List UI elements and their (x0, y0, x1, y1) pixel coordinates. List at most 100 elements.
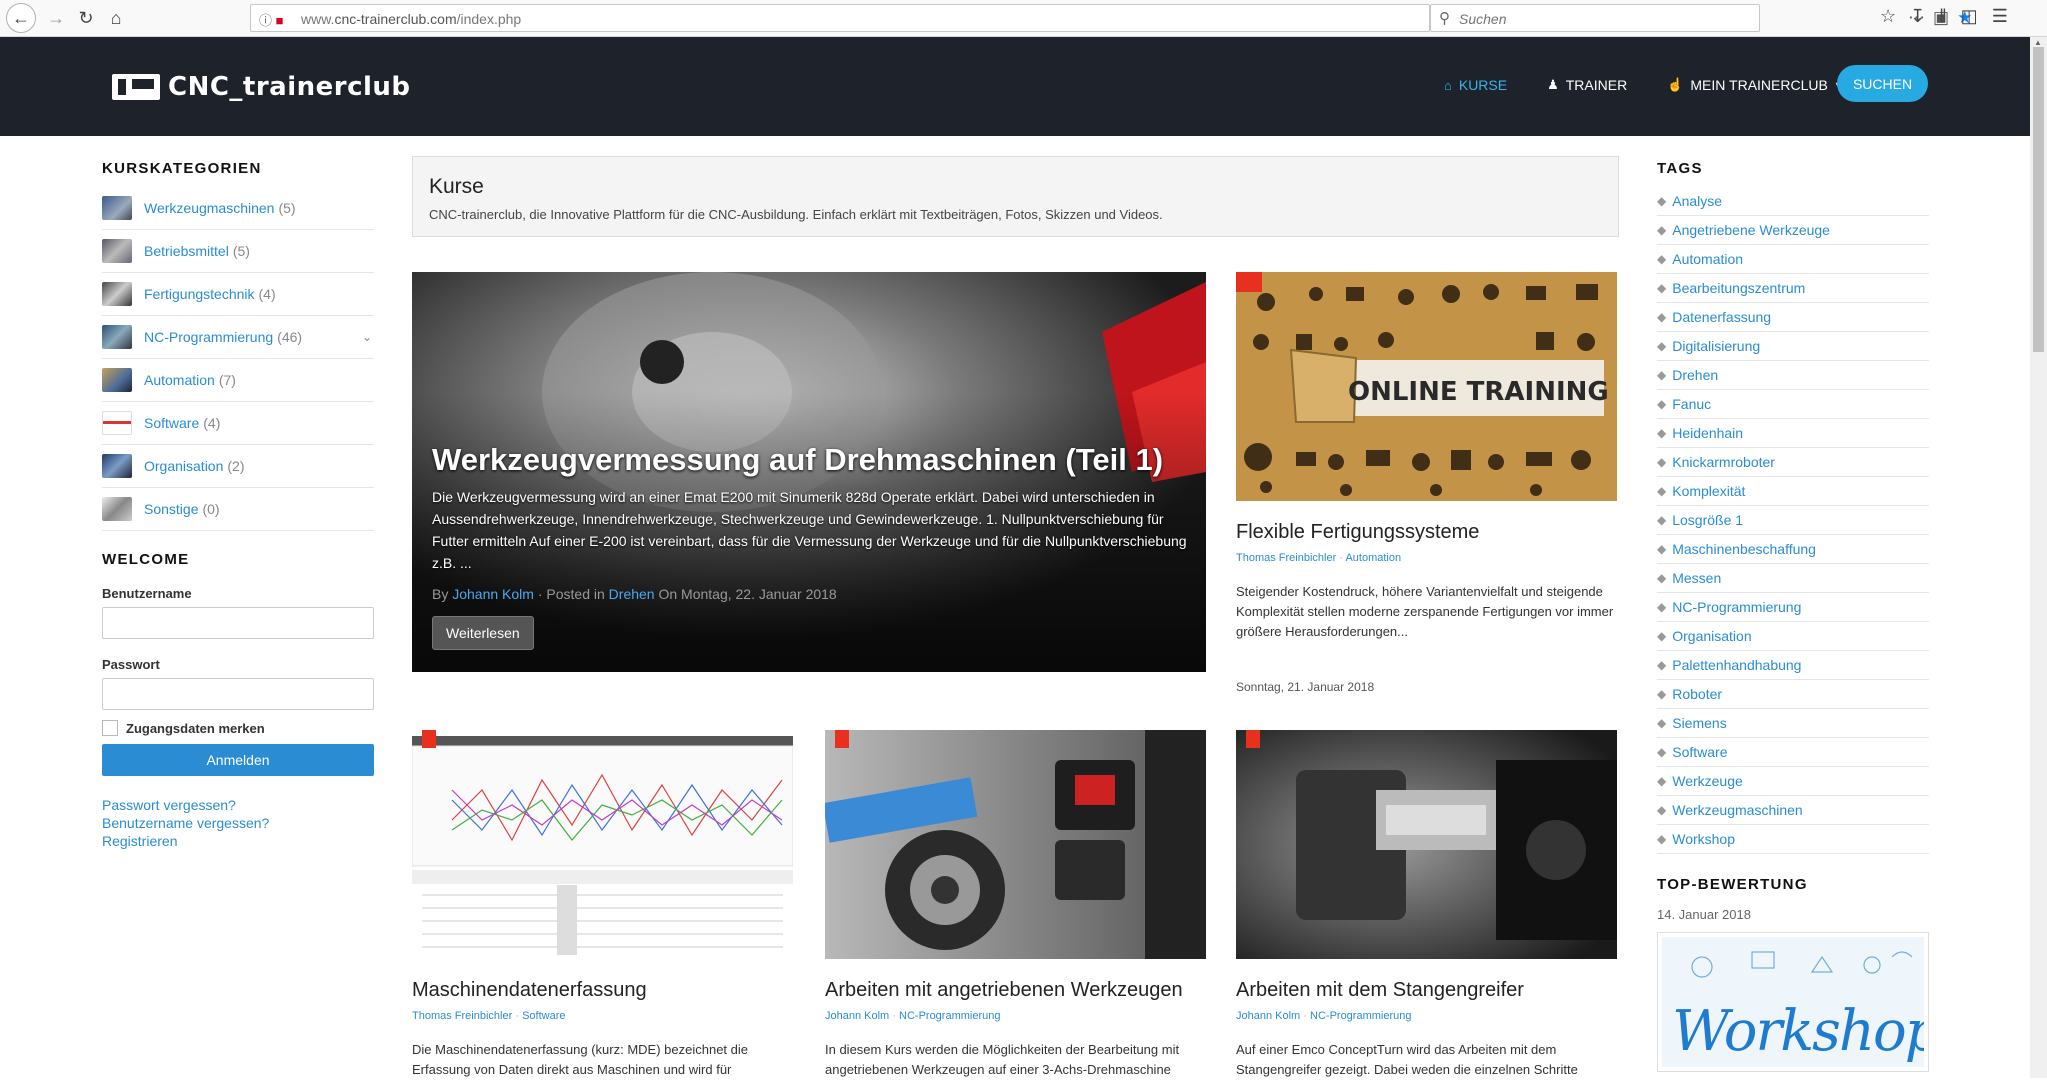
article-title[interactable]: Maschinendatenerfassung (412, 979, 793, 1002)
category-link[interactable]: Software (144, 415, 199, 431)
library-icon[interactable]: ‖ (1939, 6, 1960, 26)
remember-checkbox[interactable] (102, 720, 118, 736)
tag-item[interactable]: ◆ Werkzeugmaschinen (1657, 796, 1929, 825)
tag-item[interactable]: ◆ Digitalisierung (1657, 332, 1929, 361)
bookmarks-menu-icon[interactable]: ☆ (1880, 6, 1910, 26)
category-link[interactable]: Werkzeugmaschinen (144, 200, 274, 216)
tag-link[interactable]: Fanuc (1672, 396, 1711, 412)
forgot-password-link[interactable]: Passwort vergessen? (102, 796, 374, 814)
tag-link[interactable]: Workshop (1672, 831, 1735, 847)
tag-link[interactable]: Werkzeugmaschinen (1672, 802, 1802, 818)
downloads-icon[interactable]: ↧ (1910, 6, 1939, 26)
tag-link[interactable]: Messen (1672, 570, 1721, 586)
category-link[interactable]: Fertigungstechnik (144, 286, 255, 302)
remember-me[interactable]: Zugangsdaten merken (102, 720, 374, 736)
author-link[interactable]: Johann Kolm (1236, 1010, 1300, 1022)
tag-link[interactable]: Knickarmroboter (1672, 454, 1775, 470)
nav-kurse[interactable]: ⌂ KURSE (1444, 77, 1507, 93)
scroll-up-icon[interactable]: ▲ (2034, 38, 2042, 47)
featured-article[interactable]: Werkzeugvermessung auf Drehmaschinen (Te… (412, 272, 1206, 672)
tag-item[interactable]: ◆ Komplexität (1657, 477, 1929, 506)
tag-item[interactable]: ◆ Fanuc (1657, 390, 1929, 419)
site-info-icon[interactable]: ⓘ ■ (259, 10, 283, 29)
author-link[interactable]: Johann Kolm (825, 1010, 889, 1022)
tag-link[interactable]: Heidenhain (1672, 425, 1743, 441)
tag-link[interactable]: Werkzeuge (1672, 773, 1743, 789)
featured-title[interactable]: Werkzeugvermessung auf Drehmaschinen (Te… (432, 442, 1192, 478)
category-link[interactable]: Automation (144, 372, 215, 388)
category-item[interactable]: Betriebsmittel (5) (102, 230, 374, 273)
tag-link[interactable]: Roboter (1672, 686, 1722, 702)
category-item[interactable]: Fertigungstechnik (4) (102, 273, 374, 316)
forgot-username-link[interactable]: Benutzername vergessen? (102, 814, 374, 832)
article-image[interactable] (412, 730, 793, 959)
tag-item[interactable]: ◆ Roboter (1657, 680, 1929, 709)
category-link[interactable]: Automation (1345, 552, 1401, 564)
article-card[interactable]: Arbeiten mit angetriebenen Werkzeugen Jo… (825, 730, 1206, 1080)
category-link[interactable]: NC-Programmierung (144, 329, 273, 345)
password-field[interactable] (102, 678, 374, 710)
login-button[interactable]: Anmelden (102, 744, 374, 776)
tag-item[interactable]: ◆ Losgröße 1 (1657, 506, 1929, 535)
nav-mein-trainerclub[interactable]: ☝MEIN TRAINERCLUB▼ (1667, 77, 1843, 93)
article-card[interactable]: Maschinendatenerfassung Thomas Freinbich… (412, 730, 793, 1080)
tag-item[interactable]: ◆ NC-Programmierung (1657, 593, 1929, 622)
tag-item[interactable]: ◆ Heidenhain (1657, 419, 1929, 448)
article-image[interactable]: ONLINE TRAINING (1236, 272, 1617, 501)
tag-link[interactable]: Palettenhandhabung (1672, 657, 1801, 673)
category-item[interactable]: NC-Programmierung (46) ⌄ (102, 316, 374, 359)
tag-item[interactable]: ◆ Maschinenbeschaffung (1657, 535, 1929, 564)
back-icon[interactable]: ← (6, 3, 36, 33)
tag-link[interactable]: Maschinenbeschaffung (1672, 541, 1816, 557)
top-rating-image[interactable]: Workshop (1657, 932, 1929, 1072)
tag-item[interactable]: ◆ Angetriebene Werkzeuge (1657, 216, 1929, 245)
tag-link[interactable]: Automation (1672, 251, 1743, 267)
tag-item[interactable]: ◆ Datenerfassung (1657, 303, 1929, 332)
tag-link[interactable]: Losgröße 1 (1672, 512, 1743, 528)
tag-item[interactable]: ◆ Software (1657, 738, 1929, 767)
tag-link[interactable]: Organisation (1672, 628, 1751, 644)
tag-link[interactable]: Drehen (1672, 367, 1718, 383)
tag-item[interactable]: ◆ Analyse (1657, 187, 1929, 216)
reload-icon[interactable]: ↻ (72, 4, 100, 32)
tag-link[interactable]: Komplexität (1672, 483, 1745, 499)
article-title[interactable]: Flexible Fertigungssysteme (1236, 521, 1617, 544)
tag-link[interactable]: Analyse (1672, 193, 1722, 209)
site-logo[interactable]: CNC_trainerclub (112, 72, 411, 102)
url-bar[interactable]: ⓘ ■ www.cnc-trainerclub.com/index.php ⋯▣… (250, 4, 1972, 32)
register-link[interactable]: Registrieren (102, 832, 374, 850)
article-image[interactable] (1236, 730, 1617, 959)
article-card[interactable]: Arbeiten mit dem Stangengreifer Johann K… (1236, 730, 1617, 1080)
page-scrollbar[interactable]: ▲ (2030, 37, 2047, 1078)
tag-item[interactable]: ◆ Messen (1657, 564, 1929, 593)
browser-search-input[interactable] (1459, 9, 1739, 29)
tag-item[interactable]: ◆ Workshop (1657, 825, 1929, 854)
search-button[interactable]: SUCHEN (1837, 65, 1928, 102)
article-card[interactable]: ONLINE TRAINING Flexible Fertigungssyste… (1236, 272, 1617, 694)
tag-item[interactable]: ◆ Knickarmroboter (1657, 448, 1929, 477)
tag-item[interactable]: ◆ Werkzeuge (1657, 767, 1929, 796)
tag-item[interactable]: ◆ Drehen (1657, 361, 1929, 390)
category-link[interactable]: NC-Programmierung (899, 1010, 1000, 1022)
browser-search-bar[interactable]: ⚲ (1430, 4, 1760, 32)
tag-item[interactable]: ◆ Organisation (1657, 622, 1929, 651)
tag-link[interactable]: Datenerfassung (1672, 309, 1771, 325)
tag-link[interactable]: Software (1672, 744, 1727, 760)
author-link[interactable]: Johann Kolm (452, 586, 534, 602)
username-field[interactable] (102, 607, 374, 639)
tag-item[interactable]: ◆ Bearbeitungszentrum (1657, 274, 1929, 303)
category-link[interactable]: Organisation (144, 458, 223, 474)
category-item[interactable]: Automation (7) (102, 359, 374, 402)
category-link[interactable]: Software (522, 1010, 565, 1022)
tag-link[interactable]: NC-Programmierung (1672, 599, 1801, 615)
article-title[interactable]: Arbeiten mit angetriebenen Werkzeugen (825, 979, 1206, 1002)
tag-item[interactable]: ◆ Palettenhandhabung (1657, 651, 1929, 680)
tag-link[interactable]: Siemens (1672, 715, 1726, 731)
article-title[interactable]: Arbeiten mit dem Stangengreifer (1236, 979, 1617, 1002)
category-link[interactable]: Drehen (609, 586, 655, 602)
category-link[interactable]: Betriebsmittel (144, 243, 229, 259)
sidebar-icon[interactable]: ◫ (1961, 6, 1992, 26)
category-item[interactable]: Software (4) (102, 402, 374, 445)
scrollbar-thumb[interactable] (2033, 47, 2044, 352)
author-link[interactable]: Thomas Freinbichler (1236, 552, 1336, 564)
